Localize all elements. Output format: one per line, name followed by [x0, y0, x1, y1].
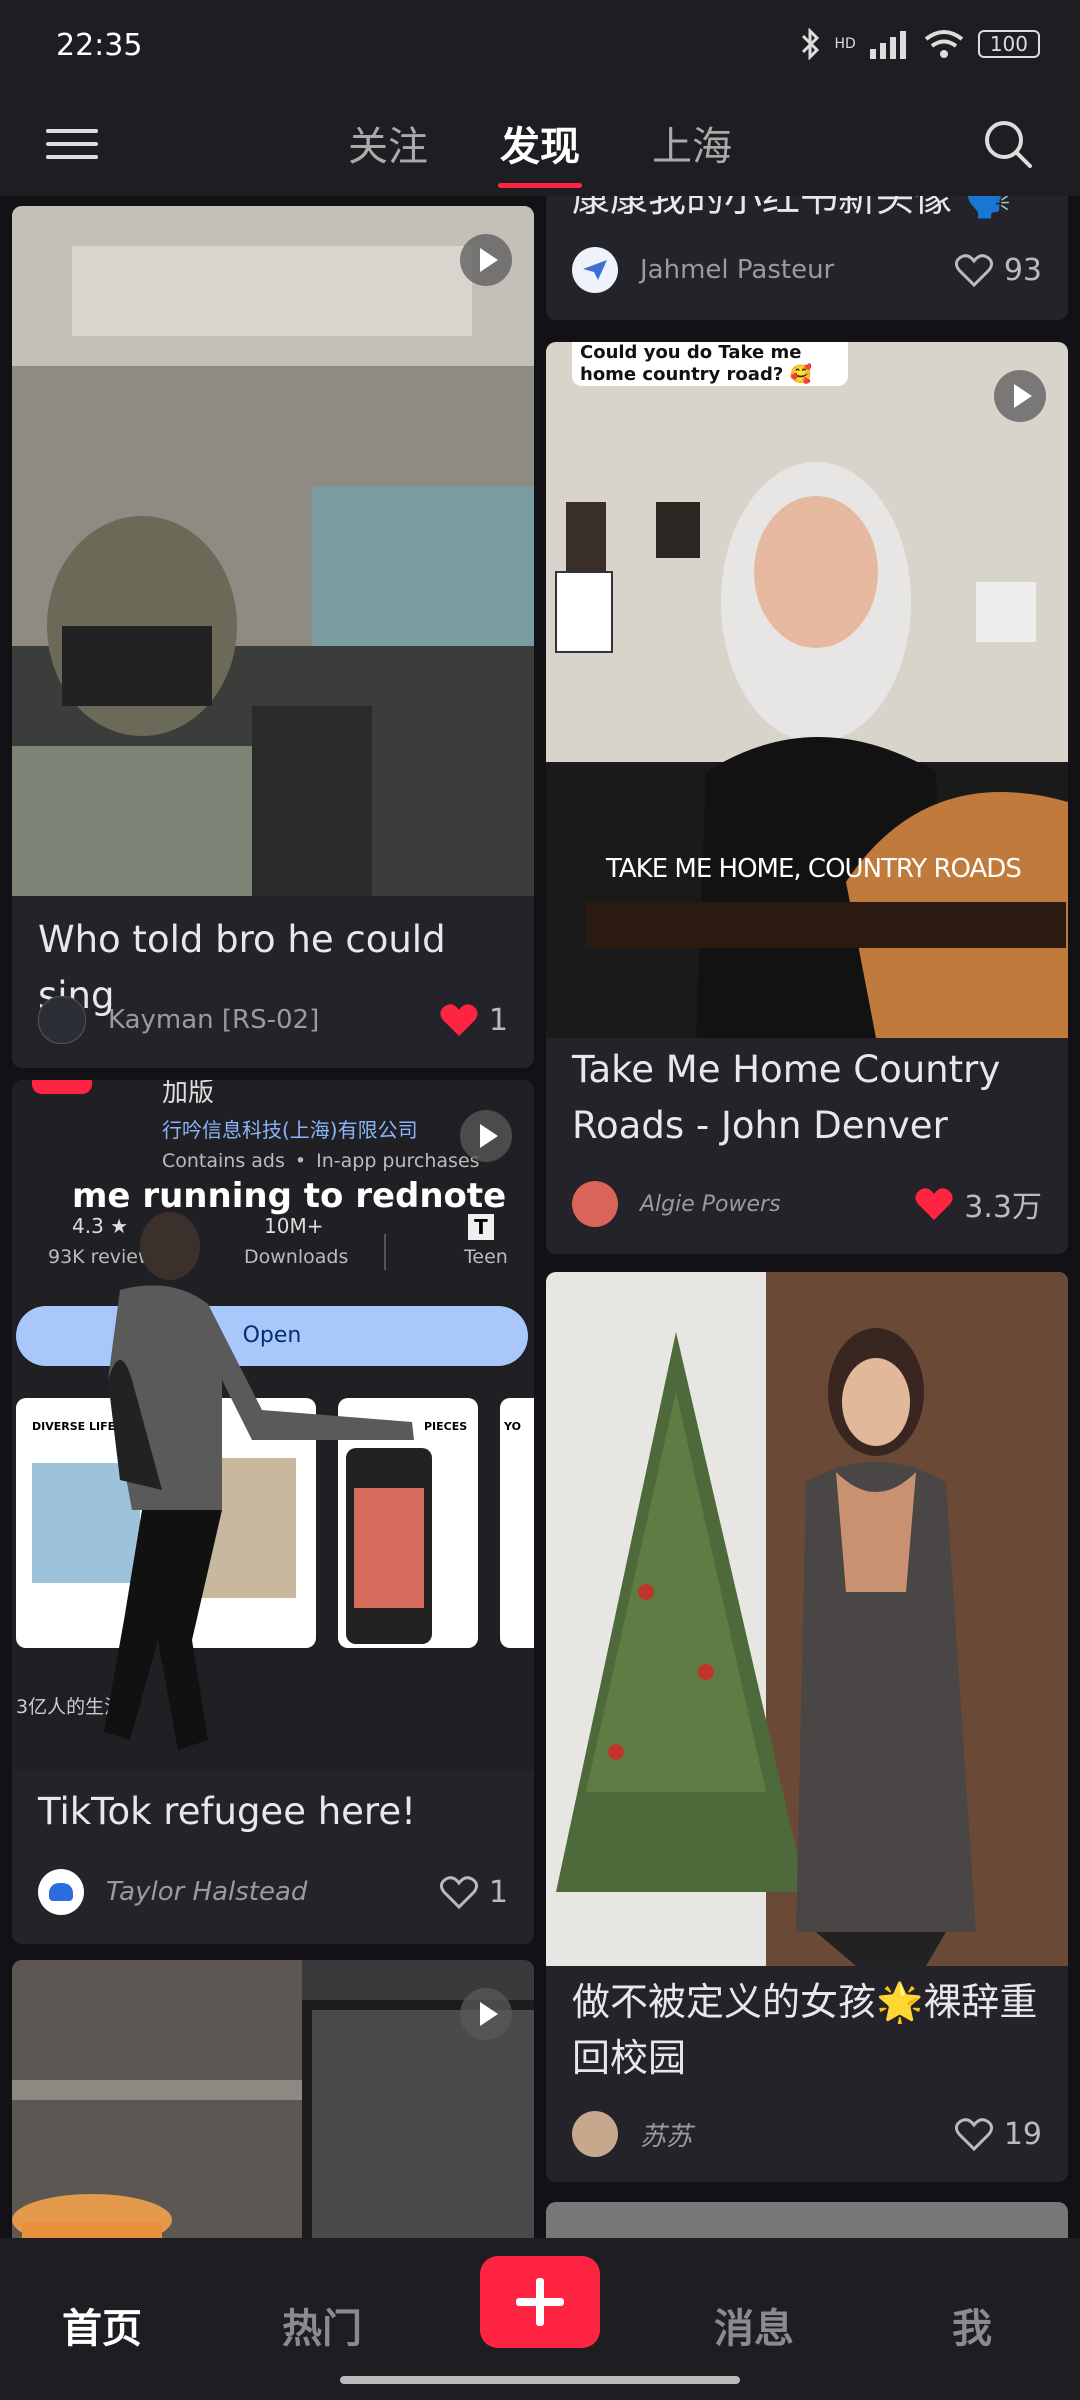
note-meta: 苏苏 19	[572, 2110, 1042, 2158]
status-icons: HD 100	[799, 28, 1040, 60]
avatar[interactable]	[38, 1869, 84, 1915]
network-label: HD	[834, 36, 856, 52]
note-meta: Algie Powers 3.3万	[572, 1180, 1042, 1228]
tab-following[interactable]: 关注	[344, 114, 432, 172]
feed-tabs: 关注 发现 上海	[0, 114, 1080, 188]
heart-outline-icon	[439, 1876, 478, 1910]
like-button[interactable]: 1	[439, 1874, 508, 1910]
video-play-icon	[460, 234, 512, 286]
home-indicator[interactable]	[340, 2376, 740, 2384]
top-navigation: 关注 发现 上海	[0, 96, 1080, 196]
note-card[interactable]: 康康我的小红书新头像 🗣️ Jahmel Pasteur 93	[546, 196, 1068, 320]
avatar[interactable]	[572, 1181, 618, 1227]
video-caption: TAKE ME HOME, COUNTRY ROADS	[606, 854, 1022, 884]
note-title: 做不被定义的女孩🌟裸辞重回校园	[572, 1980, 1038, 2080]
heart-outline-icon	[954, 254, 993, 288]
like-button[interactable]: 1	[439, 1002, 508, 1038]
paper-plane-icon	[583, 260, 607, 280]
video-thumbnail	[12, 1960, 534, 2238]
note-title: 康康我的小红书新头像 🗣️	[572, 196, 1012, 220]
person-figure	[104, 1212, 414, 1750]
author-name[interactable]: Algie Powers	[640, 1192, 914, 1217]
note-meta: Jahmel Pasteur 93	[572, 246, 1042, 294]
nav-me[interactable]: 我	[952, 2296, 992, 2354]
author-name[interactable]: Taylor Halstead	[106, 1877, 439, 1907]
note-card[interactable]: 做不被定义的女孩🌟裸辞重回校园 苏苏 19	[546, 1272, 1068, 2182]
note-title: Take Me Home Country Roads - John Denver	[572, 1048, 1001, 1147]
video-play-icon	[460, 1988, 512, 2040]
signal-icon	[869, 31, 906, 59]
video-play-icon	[994, 370, 1046, 422]
author-name[interactable]: Kayman [RS-02]	[108, 1005, 439, 1035]
heart-filled-icon	[915, 1188, 953, 1220]
wifi-icon	[924, 30, 964, 58]
video-thumbnail	[546, 342, 1068, 1038]
search-icon[interactable]	[982, 118, 1034, 170]
like-count: 1	[488, 1874, 508, 1910]
author-name[interactable]: 苏苏	[640, 2116, 954, 2153]
note-card[interactable]	[12, 1960, 534, 2238]
create-post-button[interactable]	[480, 2256, 600, 2348]
note-title: TikTok refugee here!	[38, 1790, 416, 1833]
nav-trending[interactable]: 热门	[282, 2296, 362, 2354]
bluetooth-icon	[801, 28, 819, 60]
note-card[interactable]: 加版 行吟信息科技(上海)有限公司 Contains ads • In-app …	[12, 1080, 534, 1944]
status-time: 22:35	[56, 28, 143, 63]
nav-messages[interactable]: 消息	[714, 2296, 794, 2354]
like-count: 1	[488, 1002, 508, 1038]
note-card[interactable]	[546, 2202, 1068, 2238]
like-count: 19	[1003, 2116, 1042, 2152]
like-button[interactable]: 19	[954, 2116, 1042, 2152]
video-play-icon	[460, 1110, 512, 1162]
note-card[interactable]: Who told bro he could sing Kayman [RS-02…	[12, 206, 534, 1068]
avatar[interactable]	[572, 2111, 618, 2157]
note-card[interactable]: Could you do Take me home country road? …	[546, 342, 1068, 1254]
avatar[interactable]	[38, 996, 86, 1044]
discover-feed: Who told bro he could sing Kayman [RS-02…	[0, 196, 1080, 2238]
image-thumbnail	[546, 1272, 1068, 1966]
heart-filled-icon	[440, 1004, 478, 1036]
status-bar: 22:35 HD 100	[0, 0, 1080, 96]
heart-outline-icon	[954, 2118, 993, 2152]
author-name[interactable]: Jahmel Pasteur	[640, 255, 954, 285]
note-meta: Kayman [RS-02] 1	[38, 996, 508, 1044]
note-meta: Taylor Halstead 1	[38, 1868, 508, 1916]
like-button[interactable]: 3.3万	[914, 1182, 1042, 1226]
like-count: 93	[1003, 252, 1042, 288]
comment-bubble: Could you do Take me home country road? …	[572, 342, 848, 386]
tab-local[interactable]: 上海	[648, 114, 736, 172]
like-button[interactable]: 93	[954, 252, 1042, 288]
video-thumbnail	[12, 206, 534, 896]
tab-discover[interactable]: 发现	[496, 114, 584, 188]
like-count: 3.3万	[964, 1190, 1042, 1225]
battery-indicator: 100	[977, 30, 1040, 58]
nav-home[interactable]: 首页	[62, 2296, 142, 2354]
video-thumbnail: 加版 行吟信息科技(上海)有限公司 Contains ads • In-app …	[12, 1080, 534, 1770]
avatar[interactable]	[572, 247, 618, 293]
